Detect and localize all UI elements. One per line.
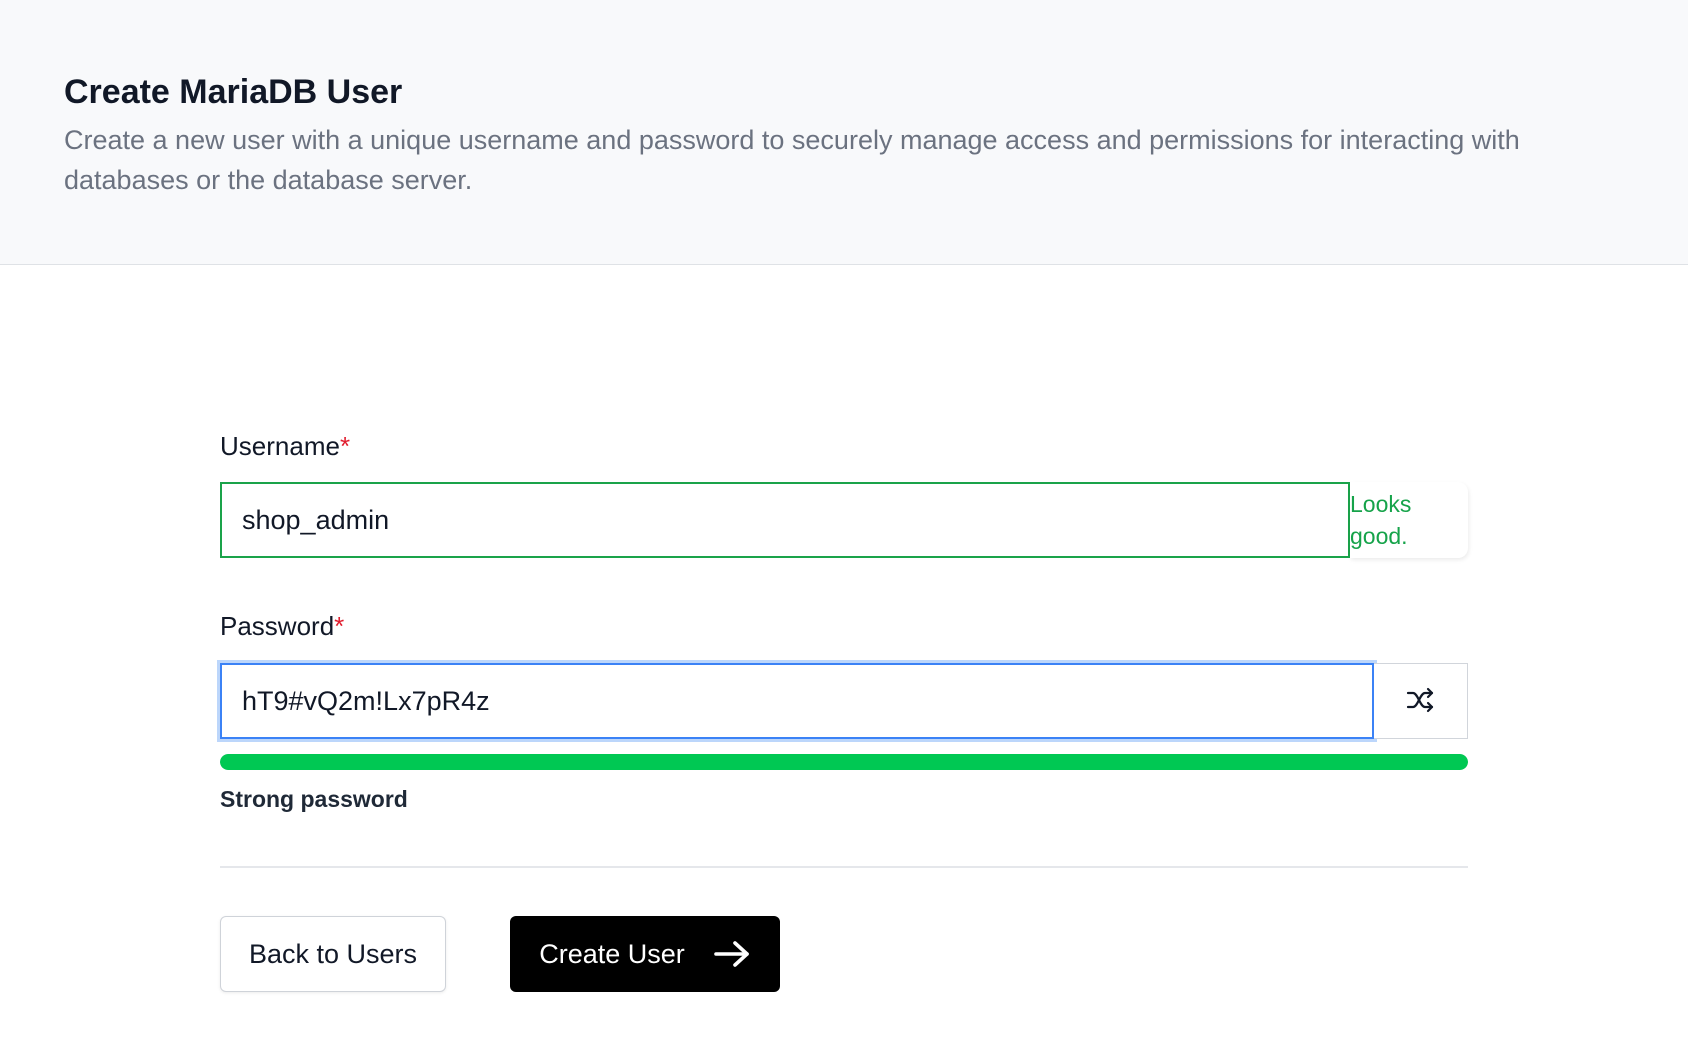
create-user-button[interactable]: Create User	[510, 916, 780, 992]
password-input[interactable]	[220, 663, 1374, 739]
form-divider	[220, 866, 1468, 868]
required-indicator: *	[334, 611, 345, 641]
arrow-right-icon	[713, 940, 751, 968]
create-user-button-label: Create User	[539, 938, 685, 969]
page-title: Create MariaDB User	[64, 73, 403, 111]
password-strength-label: Strong password	[220, 786, 408, 812]
password-strength-fill	[220, 754, 1468, 770]
password-label: Password*	[220, 610, 344, 642]
username-input-group: Looks good.	[220, 482, 1468, 558]
password-label-text: Password	[220, 611, 335, 641]
shuffle-icon	[1406, 687, 1436, 716]
password-input-group	[220, 663, 1468, 739]
username-label-text: Username	[220, 431, 340, 461]
username-label: Username*	[220, 430, 350, 462]
create-user-page: Create MariaDB User Create a new user wi…	[0, 0, 1688, 1056]
page-header: Create MariaDB User Create a new user wi…	[0, 0, 1688, 265]
required-indicator: *	[339, 431, 351, 461]
username-input[interactable]	[220, 482, 1350, 558]
page-description: Create a new user with a unique username…	[64, 125, 1520, 195]
back-to-users-button[interactable]: Back to Users	[220, 916, 446, 992]
password-strength-meter	[220, 754, 1468, 770]
generate-password-button[interactable]	[1374, 663, 1468, 739]
username-valid-feedback: Looks good.	[1350, 482, 1468, 558]
